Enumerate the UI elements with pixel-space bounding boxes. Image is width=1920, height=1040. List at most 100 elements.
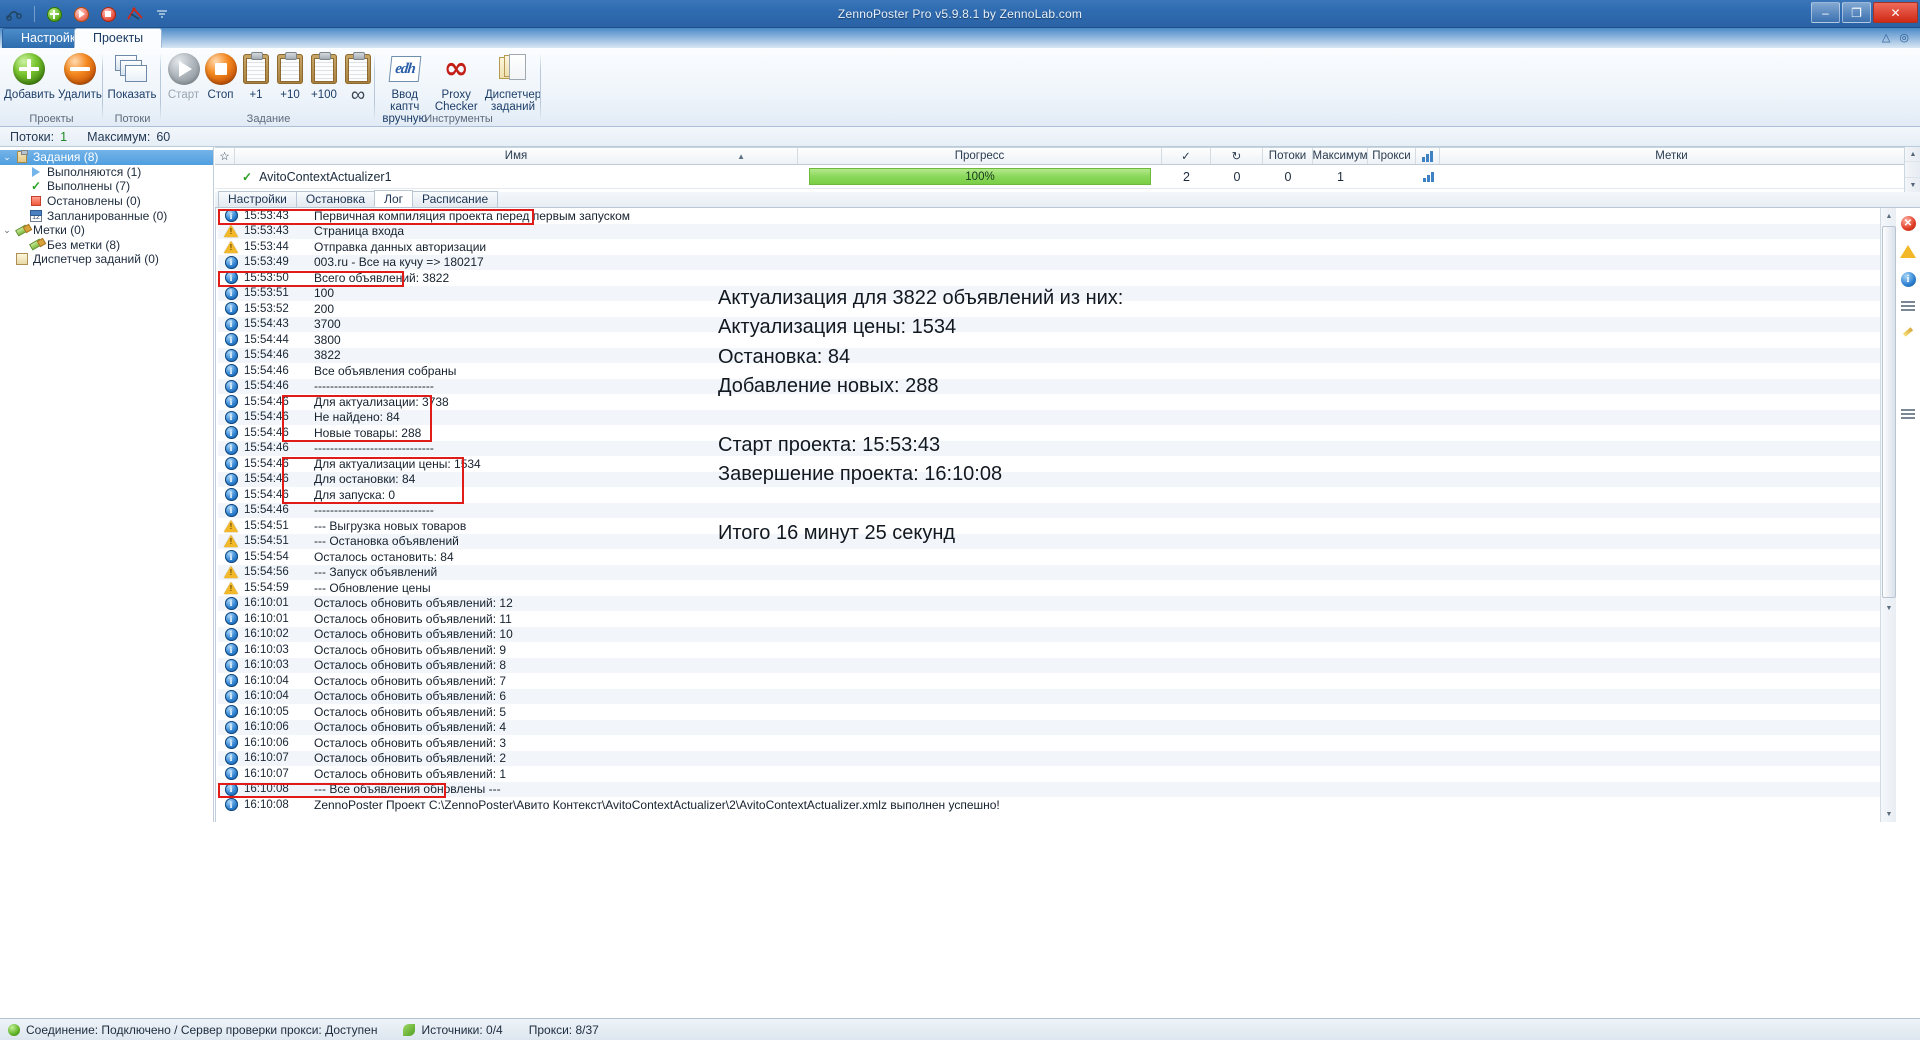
- log-row[interactable]: i16:10:06Осталось обновить объявлений: 3: [218, 735, 1880, 751]
- grid-header-chart[interactable]: [1416, 148, 1440, 164]
- ribbon-button-add[interactable]: Добавить: [4, 52, 55, 101]
- log-row[interactable]: i15:54:443800: [218, 332, 1880, 348]
- log-row[interactable]: 15:54:51--- Остановка объявлений: [218, 534, 1880, 550]
- log-vertical-scrollbar[interactable]: ▲ ▼ ▼: [1880, 208, 1896, 822]
- grid-header-success[interactable]: ✓: [1162, 148, 1211, 164]
- tree-item-completed[interactable]: ✓ Выполнены (7): [0, 179, 213, 194]
- log-row[interactable]: 15:54:59--- Обновление цены: [218, 580, 1880, 596]
- grid-header-progress[interactable]: Прогресс: [798, 148, 1162, 164]
- ribbon-button-show[interactable]: Показать: [104, 52, 160, 101]
- ribbon-button-start[interactable]: Старт: [165, 52, 202, 101]
- tab-stop[interactable]: Остановка: [296, 191, 375, 207]
- log-row[interactable]: i15:54:46Для запуска: 0: [218, 487, 1880, 503]
- log-scroll-thumb[interactable]: [1882, 226, 1896, 598]
- log-row[interactable]: 15:53:43Страница входа: [218, 224, 1880, 240]
- tree-item-no-label[interactable]: Без метки (8): [0, 238, 213, 253]
- ribbon-button-plus100[interactable]: +100: [307, 52, 341, 101]
- log-row[interactable]: i16:10:06Осталось обновить объявлений: 4: [218, 720, 1880, 736]
- log-row[interactable]: i16:10:07Осталось обновить объявлений: 2: [218, 751, 1880, 767]
- log-row[interactable]: i16:10:07Осталось обновить объявлений: 1: [218, 766, 1880, 782]
- ribbon-button-delete[interactable]: Удалить: [57, 52, 103, 101]
- log-scroll-end-button[interactable]: ▼: [1881, 806, 1897, 822]
- ribbon-button-proxy-checker[interactable]: ∞ Proxy Checker: [434, 52, 480, 113]
- log-row[interactable]: i16:10:01Осталось обновить объявлений: 1…: [218, 611, 1880, 627]
- grid-header-name[interactable]: Имя ▲: [235, 148, 798, 164]
- grid-header-threads[interactable]: Потоки: [1263, 148, 1313, 164]
- tree-item-running[interactable]: Выполняются (1): [0, 165, 213, 180]
- log-row[interactable]: 15:53:44Отправка данных авторизации: [218, 239, 1880, 255]
- log-row[interactable]: i16:10:08--- Все объявления обновлены --…: [218, 782, 1880, 798]
- log-row[interactable]: 15:54:56--- Запуск объявлений: [218, 565, 1880, 581]
- log-row[interactable]: i16:10:02Осталось обновить объявлений: 1…: [218, 627, 1880, 643]
- ribbon-tab-projects[interactable]: Проекты: [74, 28, 162, 48]
- log-row[interactable]: i15:54:46------------------------------: [218, 379, 1880, 395]
- log-row[interactable]: i16:10:08ZennoPoster Проект C:\ZennoPost…: [218, 797, 1880, 813]
- chevron-down-icon[interactable]: ⌄: [0, 225, 14, 236]
- ribbon-collapse-icons[interactable]: △ ◎: [1882, 31, 1912, 44]
- ribbon-button-plus10[interactable]: +10: [273, 52, 307, 101]
- log-row[interactable]: i16:10:04Осталось обновить объявлений: 6: [218, 689, 1880, 705]
- info-icon: i: [218, 426, 244, 439]
- maximize-button[interactable]: ❐: [1842, 2, 1871, 23]
- tab-settings[interactable]: Настройки: [218, 191, 297, 207]
- log-row[interactable]: i15:54:433700: [218, 317, 1880, 333]
- log-row[interactable]: 15:54:51--- Выгрузка новых товаров: [218, 518, 1880, 534]
- pencil-icon[interactable]: [1899, 326, 1917, 344]
- ribbon-button-plus1[interactable]: +1: [239, 52, 273, 101]
- grid-header-retry[interactable]: ↻: [1211, 148, 1263, 164]
- grid-header-proxy[interactable]: Прокси: [1368, 148, 1416, 164]
- close-button[interactable]: ✕: [1873, 2, 1918, 23]
- log-row[interactable]: i15:54:463822: [218, 348, 1880, 364]
- grid-header-star[interactable]: ☆: [215, 148, 235, 164]
- log-filter-strip[interactable]: ✕ i: [1896, 208, 1920, 822]
- log-row[interactable]: i15:54:54Осталось остановить: 84: [218, 549, 1880, 565]
- log-row[interactable]: i15:54:46------------------------------: [218, 441, 1880, 457]
- grid-scroll-up-button[interactable]: ▲: [1905, 147, 1920, 162]
- log-row[interactable]: i15:54:46Новые товары: 288: [218, 425, 1880, 441]
- tree-item-stopped[interactable]: Остановлены (0): [0, 194, 213, 209]
- log-row[interactable]: i15:54:46Все объявления собраны: [218, 363, 1880, 379]
- log-row[interactable]: i15:54:46Для актуализации цены: 1534: [218, 456, 1880, 472]
- grid-vertical-scrollbar[interactable]: ▲ ▼: [1904, 147, 1920, 192]
- log-row[interactable]: i16:10:01Осталось обновить объявлений: 1…: [218, 596, 1880, 612]
- ribbon-button-infinite[interactable]: ∞: [341, 52, 375, 101]
- tree-item-scheduled[interactable]: 12 Запланированные (0): [0, 208, 213, 223]
- grid-header-max[interactable]: Максимум: [1313, 148, 1368, 164]
- chevron-down-icon[interactable]: ⌄: [0, 152, 14, 163]
- log-row[interactable]: i15:54:46Не найдено: 84: [218, 410, 1880, 426]
- grid-header-labels[interactable]: Метки: [1440, 148, 1903, 164]
- tree-item-task-manager[interactable]: Диспетчер заданий (0): [0, 252, 213, 267]
- log-row[interactable]: i16:10:05Осталось обновить объявлений: 5: [218, 704, 1880, 720]
- list-lines-icon[interactable]: [1899, 298, 1917, 316]
- info-icon: i: [218, 674, 244, 687]
- log-row[interactable]: i16:10:03Осталось обновить объявлений: 9: [218, 642, 1880, 658]
- ribbon-button-stop[interactable]: Стоп: [202, 52, 239, 101]
- log-scroll-up-button[interactable]: ▲: [1881, 208, 1897, 224]
- row-star[interactable]: [215, 165, 235, 188]
- tree-item-labels[interactable]: ⌄ Метки (0): [0, 223, 213, 238]
- tab-log[interactable]: Лог: [374, 190, 413, 207]
- log-row[interactable]: i16:10:04Осталось обновить объявлений: 7: [218, 673, 1880, 689]
- info-icon: i: [218, 256, 244, 269]
- log-row[interactable]: i15:54:46Для остановки: 84: [218, 472, 1880, 488]
- warning-icon[interactable]: [1899, 242, 1917, 260]
- detail-tab-strip: Настройки Остановка Лог Расписание: [215, 192, 1920, 208]
- row-chart-cell[interactable]: [1416, 165, 1440, 188]
- tab-schedule[interactable]: Расписание: [412, 191, 498, 207]
- error-close-icon[interactable]: ✕: [1899, 214, 1917, 232]
- tree-item-tasks[interactable]: ⌄ Задания (8): [0, 150, 213, 165]
- log-row[interactable]: i15:54:46Для актуализации: 3738: [218, 394, 1880, 410]
- log-row[interactable]: i16:10:03Осталось обновить объявлений: 8: [218, 658, 1880, 674]
- log-row[interactable]: i15:53:43Первичная компиляция проекта пе…: [218, 208, 1880, 224]
- info-icon: i: [218, 550, 244, 563]
- list-lines-icon[interactable]: [1899, 406, 1917, 424]
- info-icon[interactable]: i: [1899, 270, 1917, 288]
- log-row[interactable]: i15:54:46------------------------------: [218, 503, 1880, 519]
- log-scroll-down-button[interactable]: ▼: [1881, 600, 1897, 616]
- table-row[interactable]: ✓ AvitoContextActualizer1 100% 2 0 0 1: [215, 165, 1920, 189]
- ribbon-button-task-manager[interactable]: Диспетчер заданий: [485, 52, 541, 113]
- grid-scroll-down-button[interactable]: ▼: [1905, 177, 1920, 192]
- navigation-tree[interactable]: ⌄ Задания (8) Выполняются (1) ✓ Выполнен…: [0, 147, 214, 822]
- log-row[interactable]: i15:53:49003.ru - Все на кучу => 180217: [218, 255, 1880, 271]
- minimize-button[interactable]: –: [1811, 2, 1840, 23]
